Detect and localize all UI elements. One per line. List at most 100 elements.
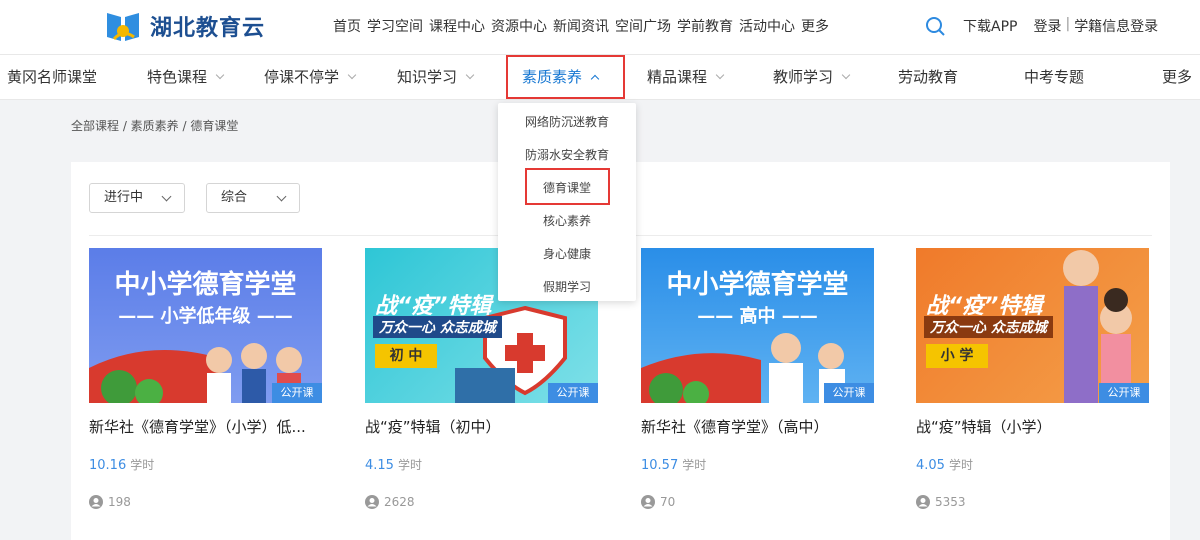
user-icon (365, 495, 379, 509)
subnav-label: 知识学习 (397, 68, 458, 86)
subnav-label: 停课不停学 (264, 68, 340, 86)
top-header: 湖北教育云 首页 学习空间 课程中心 资源中心 新闻资讯 空间广场 学前教育 活… (0, 0, 1200, 54)
search-icon[interactable] (925, 16, 945, 36)
course-card[interactable]: 战“疫”特辑 万众一心 众志成城 小 学 公开课 战“疫”特辑（小学） 4.05… (916, 248, 1149, 509)
subnav-premium[interactable]: 精品课程 (647, 55, 725, 99)
subnav-huanggang[interactable]: 黄冈名师课堂 (7, 55, 97, 99)
top-nav-activity-center[interactable]: 活动中心 (739, 16, 795, 36)
thumbnail-subtitle: 万众一心 众志成城 (924, 316, 1053, 338)
dropdown-item-holiday[interactable]: 假期学习 (498, 278, 636, 295)
public-course-badge: 公开课 (548, 383, 598, 403)
subnav-teacher[interactable]: 教师学习 (773, 55, 851, 99)
top-nav-more[interactable]: 更多 (801, 16, 829, 36)
subnav-label: 劳动教育 (898, 68, 959, 86)
course-title[interactable]: 新华社《德育学堂》（小学）低... (89, 416, 322, 437)
chevron-down-icon (465, 70, 475, 80)
download-app-link[interactable]: 下载APP (963, 16, 1017, 36)
top-nav-space-square[interactable]: 空间广场 (615, 16, 671, 36)
course-hours: 10.57 学时 (641, 456, 706, 473)
user-icon (916, 495, 930, 509)
chevron-down-icon (276, 191, 287, 202)
top-links: 下载APP 登录 | 学籍信息登录 (963, 16, 1158, 36)
subnav-zhongkao[interactable]: 中考专题 (1024, 55, 1084, 99)
user-icon (89, 495, 103, 509)
chevron-down-icon (347, 70, 357, 80)
breadcrumb[interactable]: 全部课程 / 素质素养 / 德育课堂 (71, 117, 238, 134)
hours-value: 10.57 (641, 458, 679, 473)
course-hours: 4.15 学时 (365, 456, 422, 473)
course-views: 198 (89, 495, 131, 509)
course-hours: 4.05 学时 (916, 456, 973, 473)
subnav-knowledge[interactable]: 知识学习 (397, 55, 475, 99)
sort-filter-value: 综合 (221, 190, 248, 205)
top-nav: 首页 学习空间 课程中心 资源中心 新闻资讯 空间广场 学前教育 活动中心 更多 (333, 16, 835, 36)
hours-value: 4.05 (916, 458, 945, 473)
chevron-down-icon (161, 191, 172, 202)
views-count: 2628 (384, 495, 415, 509)
hours-unit: 学时 (682, 458, 707, 472)
views-count: 70 (660, 495, 676, 509)
thumbnail-title: 中小学德育学堂 (114, 270, 297, 300)
course-title[interactable]: 战“疫”特辑（初中） (365, 416, 598, 437)
top-nav-learning-space[interactable]: 学习空间 (367, 16, 423, 36)
subnav-more[interactable]: 更多 (1162, 55, 1192, 99)
course-card[interactable]: 中小学德育学堂 —— 小学低年级 —— 公开课 新华社《德育学堂》（小学）低..… (89, 248, 322, 509)
logo-icon (104, 7, 142, 45)
thumbnail-title: 中小学德育学堂 (666, 270, 849, 300)
dropdown-item-health[interactable]: 身心健康 (498, 245, 636, 262)
thumbnail-subtitle: 万众一心 众志成城 (373, 316, 502, 338)
status-filter-value: 进行中 (104, 190, 144, 205)
subnav-featured[interactable]: 特色课程 (147, 55, 225, 99)
course-views: 70 (641, 495, 675, 509)
subnav-label: 教师学习 (773, 68, 834, 86)
public-course-badge: 公开课 (272, 383, 322, 403)
user-icon (641, 495, 655, 509)
thumbnail-subtitle: —— 小学低年级 —— (118, 306, 293, 327)
course-title[interactable]: 战“疫”特辑（小学） (916, 416, 1149, 437)
hours-unit: 学时 (130, 458, 155, 472)
hours-value: 10.16 (89, 458, 127, 473)
subnav-label: 黄冈名师课堂 (7, 68, 98, 86)
top-nav-news[interactable]: 新闻资讯 (553, 16, 609, 36)
course-views: 2628 (365, 495, 415, 509)
public-course-badge: 公开课 (824, 383, 874, 403)
course-thumbnail[interactable]: 中小学德育学堂 —— 高中 —— 公开课 (641, 248, 874, 403)
top-nav-preschool[interactable]: 学前教育 (677, 16, 733, 36)
subnav-labor[interactable]: 劳动教育 (898, 55, 958, 99)
hours-value: 4.15 (365, 458, 394, 473)
dropdown-item-core-literacy[interactable]: 核心素养 (498, 212, 636, 229)
chevron-down-icon (841, 70, 851, 80)
dropdown-item-drowning-safety[interactable]: 防溺水安全教育 (498, 146, 636, 163)
status-filter-select[interactable]: 进行中 (89, 183, 185, 213)
thumbnail-subtitle: —— 高中 —— (697, 306, 818, 327)
top-nav-home[interactable]: 首页 (333, 16, 361, 36)
course-thumbnail[interactable]: 战“疫”特辑 万众一心 众志成城 小 学 公开课 (916, 248, 1149, 403)
student-login-link[interactable]: 学籍信息登录 (1074, 16, 1158, 36)
top-nav-course-center[interactable]: 课程中心 (429, 16, 485, 36)
logo-text: 湖北教育云 (150, 16, 266, 41)
grade-tag: 小 学 (926, 344, 988, 368)
top-nav-resource-center[interactable]: 资源中心 (491, 16, 547, 36)
course-views: 5353 (916, 495, 966, 509)
subnav-label: 特色课程 (147, 68, 208, 86)
highlight-box-dropdown (525, 168, 610, 205)
course-hours: 10.16 学时 (89, 456, 154, 473)
grade-tag: 初 中 (375, 344, 437, 368)
link-separator: | (1065, 16, 1071, 32)
chevron-down-icon (215, 70, 225, 80)
public-course-badge: 公开课 (1099, 383, 1149, 403)
course-card[interactable]: 中小学德育学堂 —— 高中 —— 公开课 新华社《德育学堂》（高中） 10.57… (641, 248, 874, 509)
logo[interactable]: 湖北教育云 (104, 6, 265, 46)
views-count: 198 (108, 495, 131, 509)
sort-filter-select[interactable]: 综合 (206, 183, 300, 213)
subnav-label: 更多 (1162, 68, 1193, 86)
course-thumbnail[interactable]: 中小学德育学堂 —— 小学低年级 —— 公开课 (89, 248, 322, 403)
views-count: 5353 (935, 495, 966, 509)
login-link[interactable]: 登录 (1033, 16, 1061, 36)
chevron-down-icon (715, 70, 725, 80)
highlight-box-nav (506, 55, 625, 99)
subnav-no-stop-learning[interactable]: 停课不停学 (264, 55, 357, 99)
dropdown-item-anti-addiction[interactable]: 网络防沉迷教育 (498, 113, 636, 130)
course-title[interactable]: 新华社《德育学堂》（高中） (641, 416, 874, 437)
hours-unit: 学时 (397, 458, 422, 472)
